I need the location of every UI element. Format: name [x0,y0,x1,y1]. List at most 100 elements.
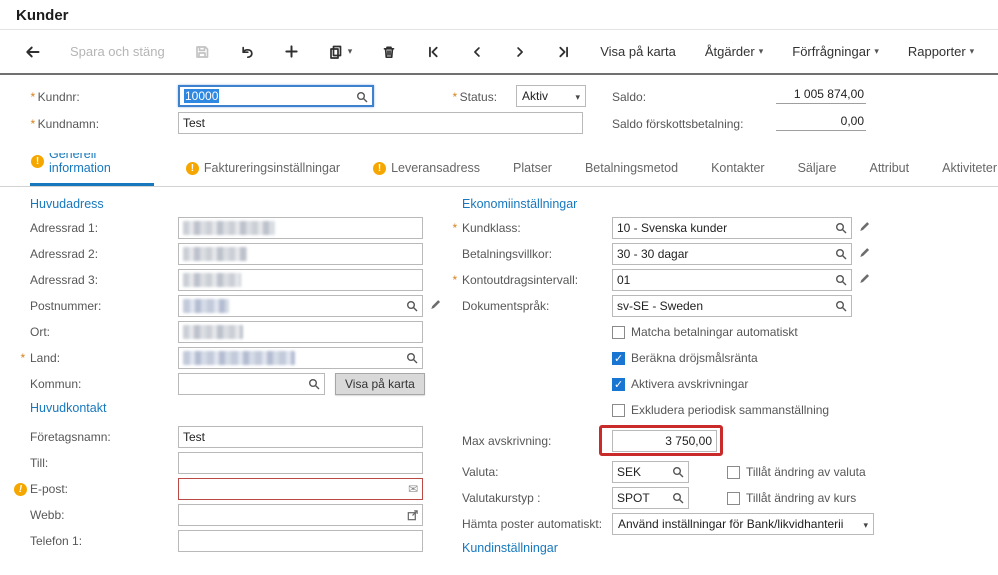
visa-pa-karta-button[interactable]: Visa på karta [335,373,425,395]
saldo-label: Saldo: [612,90,646,104]
search-icon[interactable] [672,466,685,482]
search-icon[interactable] [835,300,848,316]
status-select[interactable]: Aktiv ▾ [516,85,586,107]
land-input[interactable] [178,347,423,369]
prev-record-button[interactable] [468,42,486,62]
checkbox-tillat-andring-valuta[interactable] [727,466,740,479]
required-asterisk: * [452,221,457,235]
form-header: *Kundnr: 10000 *Status: Aktiv ▾ Saldo: 1… [0,75,998,153]
search-icon[interactable] [308,378,321,394]
visa-pa-karta-toolbar-button[interactable]: Visa på karta [598,42,678,61]
back-button[interactable] [22,42,43,62]
tab-leveransadress[interactable]: Leveransadress [372,155,481,186]
checkbox-matcha-betalningar[interactable] [612,326,625,339]
adressrad2-input[interactable] [178,243,423,265]
kundnr-input[interactable]: 10000 [178,85,374,107]
save-and-close-button[interactable]: Spara och stäng [68,42,167,61]
foretagsnamn-input[interactable]: Test [178,426,423,448]
envelope-icon[interactable]: ✉ [408,482,418,496]
land-label: *Land: [30,351,178,365]
next-record-button[interactable] [511,42,529,62]
hamta-poster-label: Hämta poster automatiskt: [462,517,612,531]
foretagsnamn-label: Företagsnamn: [30,430,178,444]
checkbox-label: Beräkna dröjsmålsränta [631,351,758,365]
edit-pencil-icon[interactable] [858,220,871,236]
section-huvudadress[interactable]: Huvudadress [30,193,444,215]
search-icon[interactable] [356,91,369,107]
ort-input[interactable] [178,321,423,343]
search-icon[interactable] [406,352,419,368]
first-record-button[interactable] [424,42,443,62]
adressrad3-input[interactable] [178,269,423,291]
required-asterisk: * [30,90,35,104]
search-icon[interactable] [835,274,848,290]
search-icon[interactable] [672,492,685,508]
tab-faktureringsinstallningar[interactable]: Faktureringsinställningar [185,155,341,186]
postnummer-input[interactable] [178,295,423,317]
telefon1-input[interactable] [178,530,423,552]
epost-input[interactable]: ✉ [178,478,423,500]
tab-aktiviteter[interactable]: Aktiviteter [941,155,998,186]
edit-pencil-icon[interactable] [429,298,442,314]
valutakurstyp-label: Valutakurstyp : [462,491,612,505]
tab-saljare[interactable]: Säljare [797,155,838,186]
copy-paste-button[interactable]: ▾ [326,42,355,62]
warning-icon [186,162,199,175]
search-icon[interactable] [835,222,848,238]
required-asterisk: * [452,273,457,287]
section-huvudkontakt[interactable]: Huvudkontakt [30,397,444,419]
search-icon[interactable] [406,300,419,316]
checkbox-berakna-drojsmalsranta[interactable] [612,352,625,365]
betalningsvillkor-input[interactable]: 30 - 30 dagar [612,243,852,265]
tab-betalningsmetod[interactable]: Betalningsmetod [584,155,679,186]
first-record-icon [426,44,441,60]
max-avskrivning-input[interactable]: 3 750,00 [612,430,717,452]
tab-platser[interactable]: Platser [512,155,553,186]
kommun-input[interactable] [178,373,325,395]
checkbox-tillat-andring-kurs[interactable] [727,492,740,505]
valutakurstyp-value: SPOT [617,491,650,505]
checkbox-label: Tillåt ändring av valuta [746,465,866,479]
delete-button[interactable] [379,42,399,62]
section-ekonomiinstallningar[interactable]: Ekonomiinställningar [462,193,994,215]
redacted-value [183,325,243,339]
checkbox-aktivera-avskrivningar[interactable] [612,378,625,391]
checkbox-exkludera-periodisk[interactable] [612,404,625,417]
toolbar: Spara och stäng ▾ [0,30,998,75]
add-button[interactable] [282,42,301,61]
adressrad1-input[interactable] [178,217,423,239]
dokumentsprak-input[interactable]: sv-SE - Sweden [612,295,852,317]
warning-icon [373,162,386,175]
hamta-poster-select[interactable]: Använd inställningar för Bank/likvidhant… [612,513,874,535]
kundnamn-value: Test [183,116,205,130]
max-avskrivning-label: Max avskrivning: [462,434,612,448]
valuta-value: SEK [617,465,641,479]
rapporter-menu-button[interactable]: Rapporter ▾ [906,42,976,61]
kundklass-input[interactable]: 10 - Svenska kunder [612,217,852,239]
valutakurstyp-input[interactable]: SPOT [612,487,689,509]
last-record-button[interactable] [554,42,573,62]
plus-icon [284,44,299,59]
forfragningar-menu-button[interactable]: Förfrågningar ▾ [790,42,881,61]
next-record-icon [513,44,527,60]
search-icon[interactable] [835,248,848,264]
atgarder-menu-button[interactable]: Åtgärder ▾ [703,42,765,61]
section-kundinstallningar[interactable]: Kundinställningar [462,537,994,559]
warning-icon [31,155,44,168]
valuta-input[interactable]: SEK [612,461,689,483]
kundnamn-input[interactable]: Test [178,112,583,134]
tab-kontakter[interactable]: Kontakter [710,155,766,186]
kontoutdragsintervall-input[interactable]: 01 [612,269,852,291]
clipboard-icon [328,44,344,60]
tab-attribut[interactable]: Attribut [869,155,911,186]
undo-button[interactable] [237,42,257,62]
telefon1-label: Telefon 1: [30,534,178,548]
webb-input[interactable] [178,504,423,526]
edit-pencil-icon[interactable] [858,246,871,262]
open-link-icon[interactable] [406,509,419,525]
save-button[interactable] [192,42,212,62]
betalningsvillkor-label: Betalningsvillkor: [462,247,612,261]
dokumentsprak-value: sv-SE - Sweden [617,299,703,313]
edit-pencil-icon[interactable] [858,272,871,288]
till-input[interactable] [178,452,423,474]
